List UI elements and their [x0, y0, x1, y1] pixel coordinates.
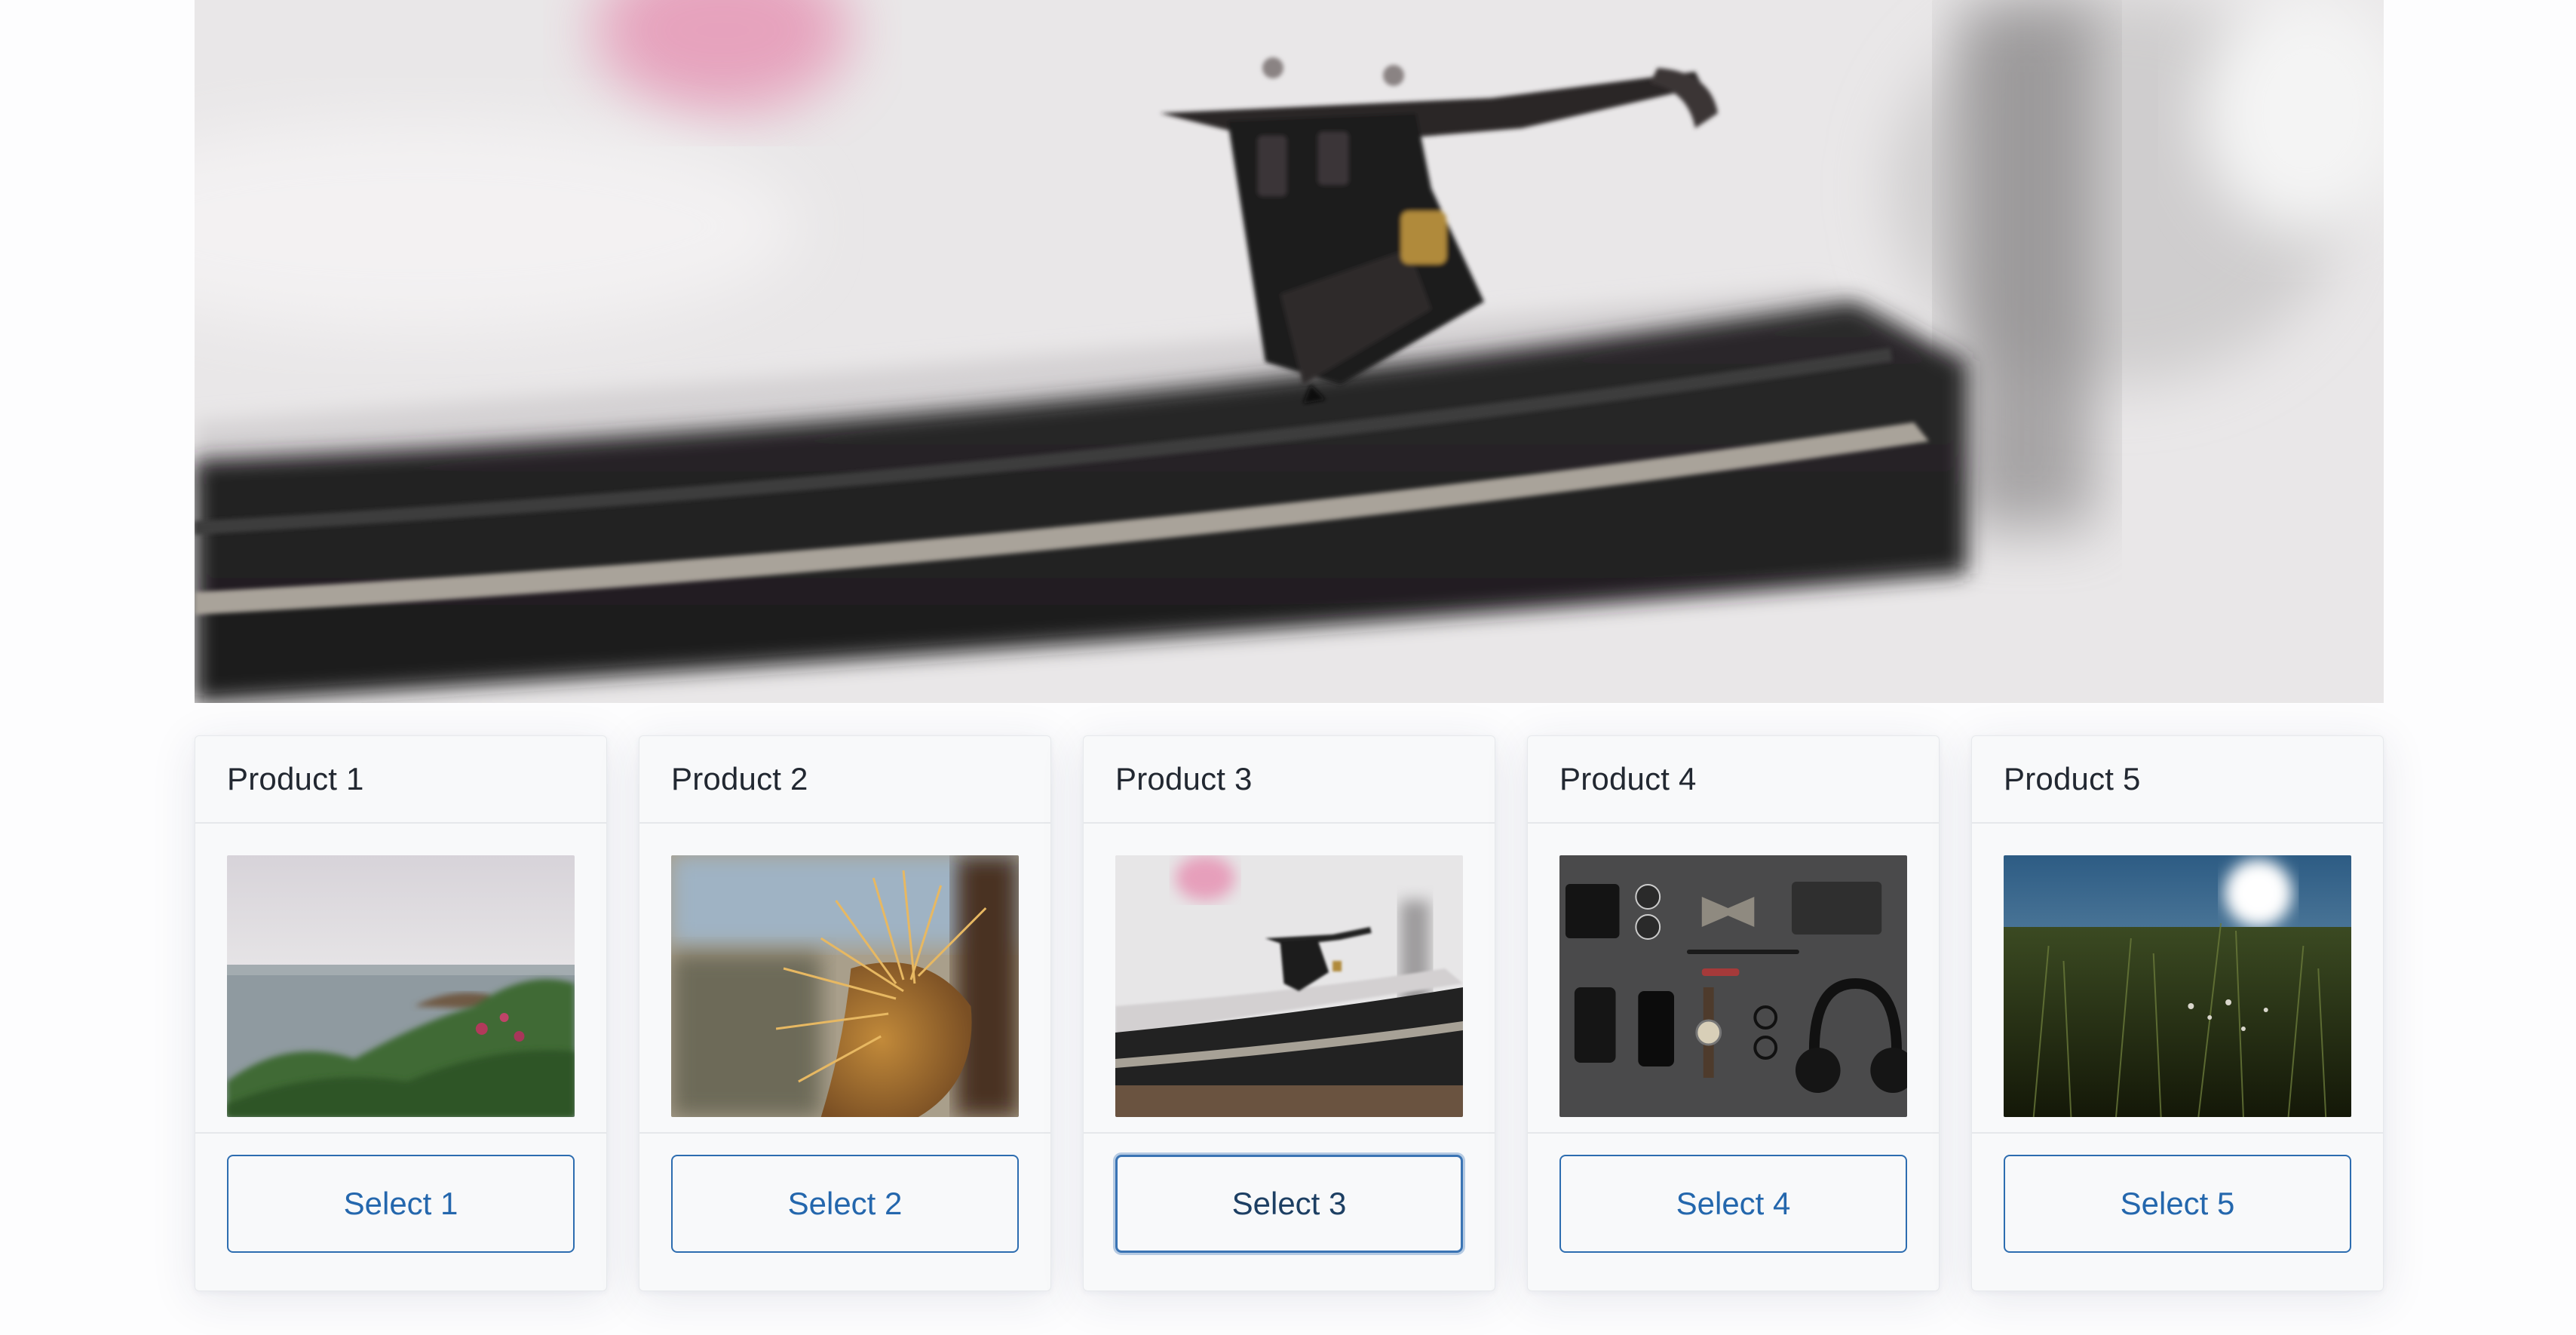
product-title: Product 3	[1115, 761, 1253, 796]
card-header: Product 3	[1084, 736, 1495, 824]
card-header: Product 4	[1528, 736, 1939, 824]
card-header: Product 1	[195, 736, 606, 824]
card-body	[1528, 824, 1939, 1134]
product-image-4	[1559, 855, 1907, 1117]
select-button-3[interactable]: Select 3	[1115, 1155, 1463, 1253]
product-title: Product 1	[227, 761, 364, 796]
product-title: Product 5	[2004, 761, 2141, 796]
product-image-3	[1115, 855, 1463, 1117]
flatlay-accessories-photo	[1559, 855, 1907, 1117]
turntable-photo-art	[195, 0, 2384, 703]
product-card-2: Product 2 Select 2	[639, 735, 1051, 1291]
select-button-5[interactable]: Select 5	[2004, 1155, 2351, 1253]
card-footer: Select 5	[1972, 1134, 2383, 1290]
cactus-spines-photo	[671, 855, 1019, 1117]
card-footer: Select 2	[639, 1134, 1050, 1290]
sea-coast-photo	[227, 855, 575, 1117]
select-button-2[interactable]: Select 2	[671, 1155, 1019, 1253]
select-button-4[interactable]: Select 4	[1559, 1155, 1907, 1253]
product-cards: Product 1 Select 1 Product 2 Select 2 Pr…	[195, 735, 2384, 1291]
card-footer: Select 4	[1528, 1134, 1939, 1290]
card-body	[639, 824, 1050, 1134]
card-body	[1972, 824, 2383, 1134]
product-image-5	[2004, 855, 2351, 1117]
product-image-1	[227, 855, 575, 1117]
sunlit-meadow-photo	[2004, 855, 2351, 1117]
hero-turntable-image	[195, 0, 2384, 703]
card-footer: Select 1	[195, 1134, 606, 1290]
product-card-4: Product 4 Select 4	[1527, 735, 1940, 1291]
page: Product 1 Select 1 Product 2 Select 2 Pr…	[0, 0, 2576, 1335]
card-body	[195, 824, 606, 1134]
product-card-3: Product 3 Select 3	[1083, 735, 1495, 1291]
card-header: Product 2	[639, 736, 1050, 824]
product-title: Product 4	[1559, 761, 1697, 796]
card-header: Product 5	[1972, 736, 2383, 824]
product-image-2	[671, 855, 1019, 1117]
turntable-photo	[1115, 855, 1463, 1117]
select-button-1[interactable]: Select 1	[227, 1155, 575, 1253]
product-card-5: Product 5 Select 5	[1971, 735, 2384, 1291]
product-card-1: Product 1 Select 1	[195, 735, 607, 1291]
card-footer: Select 3	[1084, 1134, 1495, 1290]
product-title: Product 2	[671, 761, 808, 796]
card-body	[1084, 824, 1495, 1134]
